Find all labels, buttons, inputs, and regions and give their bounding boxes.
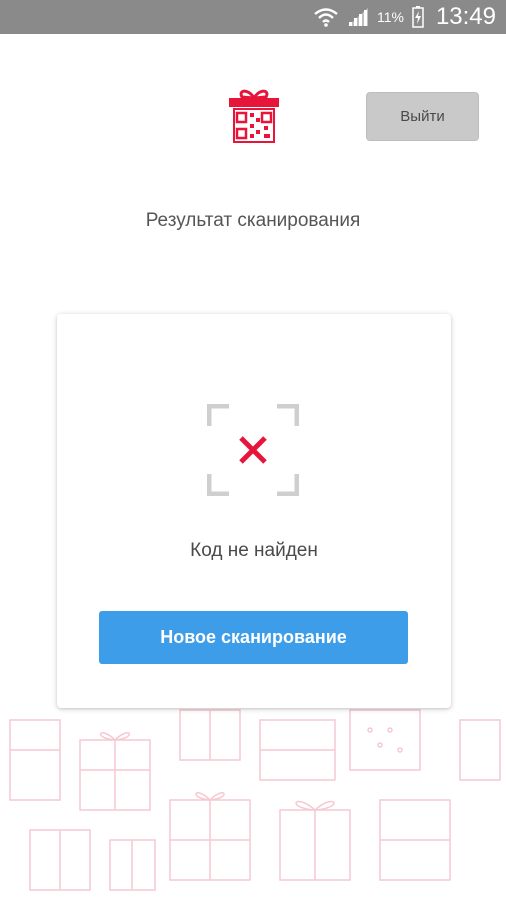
gift-qr-logo [229,89,279,143]
wifi-icon [314,8,338,27]
gift-pattern-background [9,709,501,891]
logout-button[interactable]: Выйти [366,92,479,141]
new-scan-button[interactable]: Новое сканирование [99,611,408,664]
battery-percent: 11% [376,9,404,25]
page-title: Результат сканирования [145,210,361,231]
signal-icon [347,8,368,26]
battery-icon [412,6,424,28]
scan-frame-cross-icon [207,404,299,496]
result-card: Код не найден Новое сканирование [57,314,451,708]
result-message: Код не найден [190,540,318,561]
status-clock: 13:49 [435,3,496,30]
status-bar: 11% 13:49 [0,0,506,34]
